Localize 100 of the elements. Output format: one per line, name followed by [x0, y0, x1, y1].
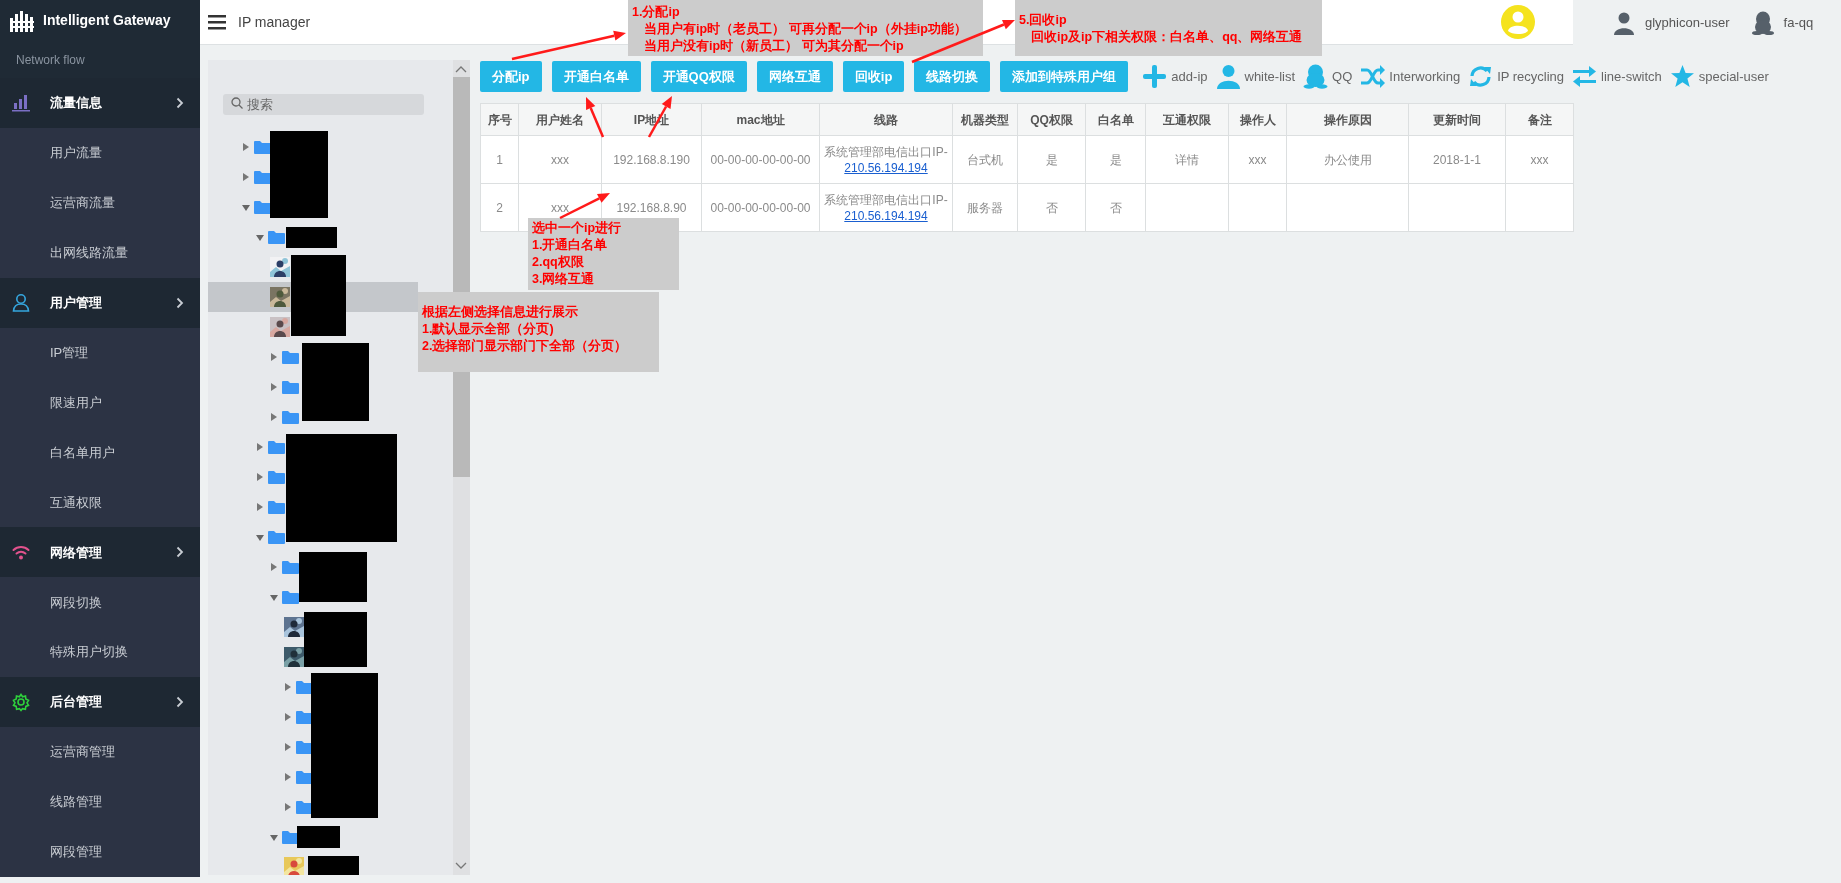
- folder-icon: [282, 350, 299, 364]
- chevron-right-icon: [176, 296, 184, 309]
- legend-label: special-user: [1698, 67, 1769, 86]
- penguin-icon: [1751, 10, 1774, 35]
- caret-down-icon[interactable]: [270, 832, 278, 842]
- table-cell: 00-00-00-00-00-00: [701, 135, 820, 184]
- caret-right-icon[interactable]: [270, 562, 278, 572]
- legend-label: IP recycling: [1497, 67, 1565, 86]
- column-header: 机器类型: [952, 103, 1018, 136]
- table-cell: 办公使用: [1286, 135, 1409, 184]
- caret-down-icon[interactable]: [242, 202, 250, 212]
- redaction-block: [286, 227, 337, 248]
- caret-right-icon[interactable]: [284, 742, 292, 752]
- table-cell: 否: [1085, 183, 1146, 232]
- menu-item[interactable]: 线路管理: [50, 792, 102, 812]
- caret-right-icon[interactable]: [256, 472, 264, 482]
- legend-label: QQ: [1332, 67, 1353, 86]
- note-line: 当用户有ip时（老员工） 可再分配一个ip（外挂ip功能）: [643, 21, 968, 38]
- caret-down-icon[interactable]: [270, 592, 278, 602]
- caret-right-icon[interactable]: [284, 712, 292, 722]
- caret-down-icon[interactable]: [256, 232, 264, 242]
- folder-icon: [282, 380, 299, 394]
- penguin-icon: [1303, 64, 1329, 89]
- route-text: 系统管理部电信出口IP-: [824, 191, 948, 208]
- note-title: 5.回收ip: [1019, 12, 1068, 29]
- user-link[interactable]: glyphicon-user: [1645, 12, 1730, 33]
- table-cell: xxx: [518, 135, 602, 184]
- legend-label: Interworking: [1389, 67, 1461, 86]
- menu-item[interactable]: 运营商管理: [50, 742, 115, 762]
- folder-icon: [282, 410, 299, 424]
- table-cell: 192.168.8.190: [601, 135, 702, 184]
- search-icon: [231, 97, 243, 109]
- user-link[interactable]: fa-qq: [1783, 12, 1814, 33]
- caret-right-icon[interactable]: [256, 502, 264, 512]
- column-header: 线路: [819, 103, 953, 136]
- folder-icon: [282, 590, 299, 604]
- caret-right-icon[interactable]: [242, 172, 250, 182]
- menu-item[interactable]: 网段管理: [50, 842, 102, 862]
- ip-link[interactable]: 210.56.194.194: [844, 207, 928, 224]
- chevron-down-icon[interactable]: [455, 862, 467, 870]
- folder-icon: [268, 500, 285, 514]
- table-cell: 00-00-00-00-00-00: [701, 183, 820, 232]
- note-line: 1.默认显示全部（分页): [422, 321, 555, 338]
- folder-icon: [268, 230, 285, 244]
- exchange-icon: [1572, 64, 1598, 89]
- caret-right-icon[interactable]: [284, 802, 292, 812]
- arrow: [586, 97, 605, 138]
- caret-right-icon[interactable]: [270, 352, 278, 362]
- menu-item[interactable]: 特殊用户切换: [50, 642, 128, 662]
- search-field[interactable]: 搜索: [223, 94, 424, 115]
- table-cell: 服务器: [952, 183, 1018, 232]
- section-label: Network flow: [16, 51, 85, 69]
- note-line: 2.选择部门显示部门下全部（分页）: [422, 338, 629, 355]
- chevron-right-icon: [176, 96, 184, 109]
- table-cell: 1: [480, 135, 519, 184]
- person-icon: [1215, 64, 1241, 89]
- caret-right-icon[interactable]: [256, 442, 264, 452]
- table-cell: 详情: [1145, 135, 1229, 184]
- table-cell: 否: [1017, 183, 1086, 232]
- chevron-up-icon[interactable]: [455, 65, 467, 73]
- caret-down-icon[interactable]: [256, 532, 264, 542]
- column-header: 更新时间: [1408, 103, 1506, 136]
- table-cell: 是: [1085, 135, 1146, 184]
- chevron-right-icon: [176, 546, 184, 559]
- column-header: 操作人: [1228, 103, 1287, 136]
- star-icon: [1669, 64, 1695, 89]
- menu-item[interactable]: 用户流量: [50, 143, 102, 163]
- menu-item[interactable]: 白名单用户: [50, 442, 115, 463]
- caret-right-icon[interactable]: [270, 412, 278, 422]
- bar-chart-icon: [12, 93, 30, 113]
- folder-icon: [268, 440, 285, 454]
- menu-item[interactable]: 限速用户: [50, 392, 102, 413]
- caret-right-icon[interactable]: [242, 142, 250, 152]
- column-header: 互通权限: [1145, 103, 1229, 136]
- legend-label: add-ip: [1171, 67, 1208, 86]
- note-line: 1.开通白名单: [532, 237, 609, 254]
- note-title: 1.分配ip: [632, 4, 681, 21]
- menu-item[interactable]: IP管理: [50, 342, 89, 363]
- redaction-block: [297, 826, 340, 848]
- column-header: 备注: [1505, 103, 1574, 136]
- menu-icon[interactable]: [208, 14, 226, 30]
- menu-item[interactable]: 出网线路流量: [50, 242, 128, 263]
- table-cell: 2018-1-1: [1408, 135, 1506, 184]
- ip-link[interactable]: 210.56.194.194: [844, 159, 928, 176]
- column-header: 序号: [480, 103, 519, 136]
- refresh-icon: [1468, 64, 1494, 89]
- column-header: 白名单: [1085, 103, 1146, 136]
- plus-icon: [1142, 64, 1168, 89]
- caret-right-icon[interactable]: [270, 382, 278, 392]
- redaction-block: [308, 856, 359, 875]
- menu-item[interactable]: 互通权限: [50, 492, 102, 513]
- caret-right-icon[interactable]: [284, 772, 292, 782]
- menu-item[interactable]: 运营商流量: [50, 193, 115, 213]
- caret-right-icon[interactable]: [284, 682, 292, 692]
- folder-icon: [268, 470, 285, 484]
- menu-item[interactable]: 网段切换: [50, 592, 102, 612]
- note-line: 当用户没有ip时（新员工） 可为其分配一个ip: [643, 38, 905, 55]
- person-icon: [1613, 10, 1635, 35]
- note-title: 根据左侧选择信息进行展示: [422, 304, 579, 321]
- folder-icon: [268, 530, 285, 544]
